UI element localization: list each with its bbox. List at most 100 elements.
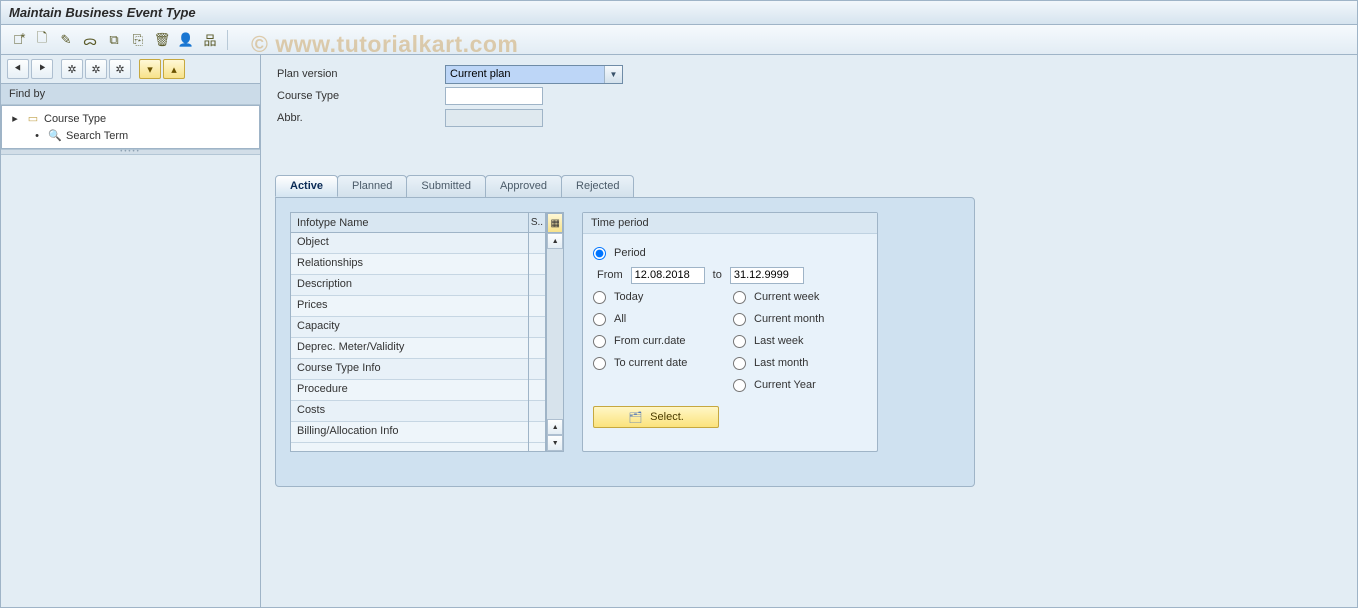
abbr-label: Abbr. xyxy=(275,112,445,124)
tab-body: Infotype Name Object Relationships Descr… xyxy=(275,197,975,487)
find-tree[interactable]: ▸ ▭ Course Type • 🔍 Search Term xyxy=(1,105,260,149)
main-toolbar: ✎⃰ 🗋 ✎ ᯅ ⧉ ⎘ 🗑 👤 品 xyxy=(1,25,1357,55)
to-date-field[interactable] xyxy=(730,267,804,284)
tree-root-label: Course Type xyxy=(44,113,106,125)
infotype-list: Infotype Name Object Relationships Descr… xyxy=(290,212,564,452)
tabstrip: Active Planned Submitted Approved Reject… xyxy=(275,175,1343,487)
list-item xyxy=(529,359,546,380)
wand-icon[interactable]: ✎⃰ xyxy=(7,29,29,51)
back-icon[interactable]: ⯇ xyxy=(7,59,29,79)
search-icon: 🔍 xyxy=(48,129,62,142)
radio-last-month[interactable]: Last month xyxy=(733,352,873,374)
tab-submitted[interactable]: Submitted xyxy=(406,175,486,197)
list-item[interactable]: Billing/Allocation Info xyxy=(291,422,528,443)
list-item[interactable]: Capacity xyxy=(291,317,528,338)
tree-root[interactable]: ▸ ▭ Course Type xyxy=(2,110,259,127)
chevron-down-icon[interactable]: ▼ xyxy=(604,66,622,83)
radio-all[interactable]: All xyxy=(593,308,733,330)
tab-planned[interactable]: Planned xyxy=(337,175,407,197)
list-item[interactable]: Relationships xyxy=(291,254,528,275)
list-item xyxy=(529,233,546,254)
course-type-label: Course Type xyxy=(275,90,445,102)
scroll-down-icon[interactable]: ▼ xyxy=(547,435,563,451)
date-range-row: From to xyxy=(593,264,867,286)
copy-icon[interactable]: ⧉ xyxy=(103,29,125,51)
scroll-up-icon[interactable]: ▲ xyxy=(547,233,563,249)
titlebar: Maintain Business Event Type xyxy=(1,1,1357,25)
sidebar-lower xyxy=(1,155,260,607)
star1-icon[interactable]: ✲ xyxy=(61,59,83,79)
radio-last-week[interactable]: Last week xyxy=(733,330,873,352)
list-item xyxy=(529,275,546,296)
radio-from-curr[interactable]: From curr.date xyxy=(593,330,733,352)
radio-cur-month[interactable]: Current month xyxy=(733,308,873,330)
config-columns-icon[interactable]: ▦ xyxy=(547,213,563,233)
radio-cur-week[interactable]: Current week xyxy=(733,286,873,308)
hierarchy-icon[interactable]: 品 xyxy=(199,29,221,51)
list-item xyxy=(529,401,546,422)
star3-icon[interactable]: ✲ xyxy=(109,59,131,79)
radio-period[interactable]: Period xyxy=(593,242,867,264)
tree-child-label: Search Term xyxy=(66,130,128,142)
list-item xyxy=(529,254,546,275)
list-scrollbar[interactable]: ▦ ▲ ▲ ▼ xyxy=(546,213,563,451)
forward-icon[interactable]: ⯈ xyxy=(31,59,53,79)
radio-today[interactable]: Today xyxy=(593,286,733,308)
infotype-s-header[interactable]: S.. xyxy=(529,213,546,233)
list-item[interactable]: Object xyxy=(291,233,528,254)
tab-bar: Active Planned Submitted Approved Reject… xyxy=(275,175,1343,197)
list-item[interactable]: Deprec. Meter/Validity xyxy=(291,338,528,359)
star2-icon[interactable]: ✲ xyxy=(85,59,107,79)
cut-icon[interactable]: ⎘ xyxy=(127,29,149,51)
person-icon[interactable]: 👤 xyxy=(175,29,197,51)
radio-cur-year[interactable]: Current Year xyxy=(733,374,873,396)
from-date-field[interactable] xyxy=(631,267,705,284)
sidebar: ⯇ ⯈ ✲ ✲ ✲ ▾ ▴ Find by ▸ ▭ Course Type • xyxy=(1,55,261,607)
select-button-label: Select. xyxy=(650,411,684,423)
abbr-row: Abbr. xyxy=(275,107,635,129)
tab-rejected[interactable]: Rejected xyxy=(561,175,634,197)
toolbar-separator xyxy=(227,30,228,50)
scroll-up2-icon[interactable]: ▲ xyxy=(547,419,563,435)
abbr-field xyxy=(445,109,543,127)
tree-child[interactable]: • 🔍 Search Term xyxy=(2,127,259,144)
pencil-icon[interactable]: ✎ xyxy=(55,29,77,51)
radio-empty xyxy=(593,374,733,396)
plan-version-value: Current plan xyxy=(446,66,604,83)
list-item xyxy=(529,338,546,359)
infotype-col-s: S.. xyxy=(529,213,547,451)
radio-period-label: Period xyxy=(614,247,646,259)
trash-icon[interactable]: 🗑 xyxy=(151,29,173,51)
list-item[interactable]: Costs xyxy=(291,401,528,422)
scroll-track[interactable] xyxy=(547,249,563,419)
header-form: Plan version Current plan ▼ Course Type … xyxy=(275,63,635,129)
glasses-icon[interactable]: ᯅ xyxy=(79,29,101,51)
chev-up-icon[interactable]: ▴ xyxy=(163,59,185,79)
select-button[interactable]: 🗂 Select. xyxy=(593,406,719,428)
find-by-label: Find by xyxy=(1,84,260,105)
plan-version-row: Plan version Current plan ▼ xyxy=(275,63,635,85)
list-item xyxy=(529,422,546,443)
chev-down-icon[interactable]: ▾ xyxy=(139,59,161,79)
plan-version-combo[interactable]: Current plan ▼ xyxy=(445,65,623,84)
time-period-header: Time period xyxy=(583,213,877,234)
to-label: to xyxy=(713,269,722,281)
expand-icon[interactable]: ▸ xyxy=(8,112,22,125)
list-item[interactable]: Description xyxy=(291,275,528,296)
plan-version-label: Plan version xyxy=(275,68,445,80)
list-item xyxy=(529,317,546,338)
tab-approved[interactable]: Approved xyxy=(485,175,562,197)
list-item[interactable]: Course Type Info xyxy=(291,359,528,380)
doc-icon: ▭ xyxy=(26,112,40,125)
tab-active[interactable]: Active xyxy=(275,175,338,197)
radio-to-curr[interactable]: To current date xyxy=(593,352,733,374)
course-type-field[interactable] xyxy=(445,87,543,105)
infotype-header[interactable]: Infotype Name xyxy=(291,213,528,233)
course-type-row: Course Type xyxy=(275,85,635,107)
radio-grid: Today Current week All Current month Fro… xyxy=(593,286,867,396)
list-item[interactable]: Prices xyxy=(291,296,528,317)
list-item[interactable]: Procedure xyxy=(291,380,528,401)
doc-new-icon[interactable]: 🗋 xyxy=(31,29,53,51)
list-item xyxy=(529,296,546,317)
radio-period-input[interactable] xyxy=(593,247,606,260)
